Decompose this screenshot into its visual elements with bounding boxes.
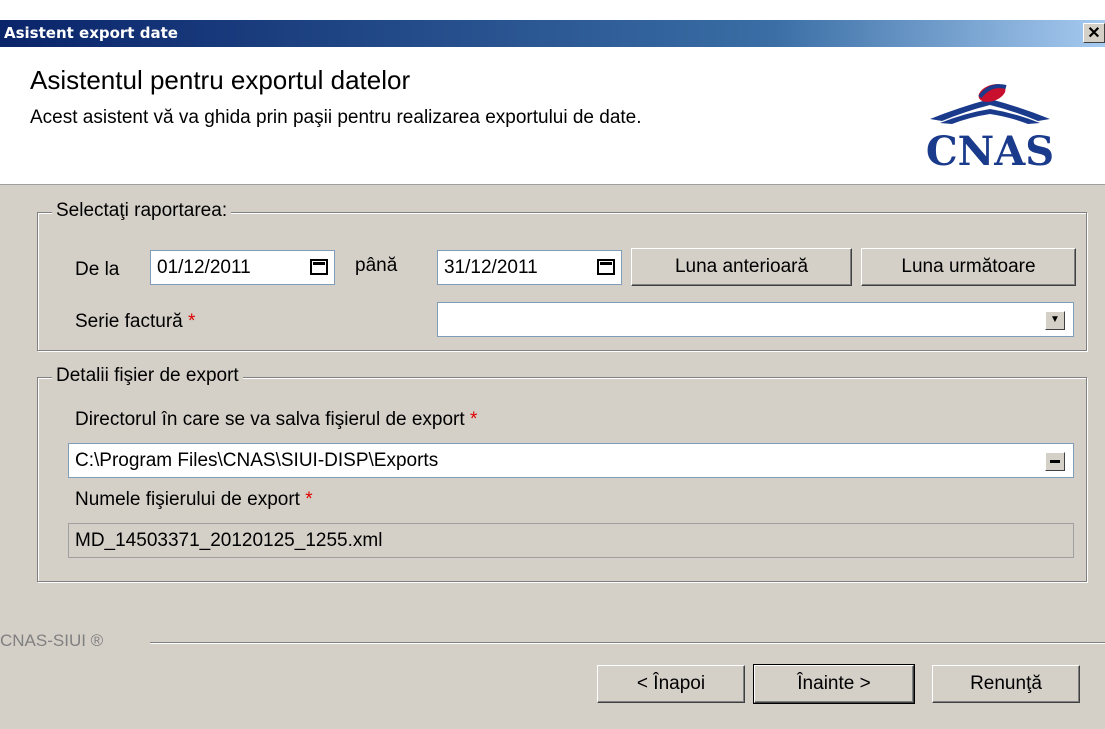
calendar-icon[interactable] — [597, 259, 615, 275]
calendar-icon[interactable] — [310, 259, 328, 275]
back-button[interactable]: < Înapoi — [597, 665, 745, 703]
footer-divider — [150, 642, 1105, 644]
export-filename-field: MD_14503371_20120125_1255.xml — [68, 523, 1074, 558]
close-button[interactable]: ✕ — [1083, 23, 1105, 43]
export-directory-field[interactable]: C:\Program Files\CNAS\SIUI-DISP\Exports … — [68, 443, 1074, 478]
chevron-down-icon[interactable]: ▼ — [1045, 311, 1065, 330]
directory-label: Directorul în care se va salva fişierul … — [75, 409, 477, 431]
export-group-legend: Detalii fişier de export — [52, 365, 243, 387]
previous-month-button[interactable]: Luna anterioară — [631, 248, 852, 286]
cnas-logo: CNAS — [926, 84, 1054, 172]
required-marker: * — [469, 409, 478, 430]
directory-label-text: Directorul în care se va salva fişierul … — [75, 409, 465, 430]
from-date-value: 01/12/2011 — [157, 257, 251, 278]
next-month-button[interactable]: Luna următoare — [861, 248, 1076, 286]
brand-label: CNAS-SIUI ® — [0, 631, 104, 650]
export-directory-value: C:\Program Files\CNAS\SIUI-DISP\Exports — [75, 450, 439, 471]
page-title: Asistentul pentru exportul datelor — [30, 65, 411, 95]
filename-label-text: Numele fişierului de export — [75, 489, 300, 510]
close-icon: ✕ — [1087, 25, 1101, 42]
export-filename-value: MD_14503371_20120125_1255.xml — [75, 530, 383, 551]
cancel-button[interactable]: Renunţă — [932, 665, 1080, 703]
browse-icon[interactable]: ▬ — [1045, 452, 1065, 471]
from-date-label: De la — [75, 259, 120, 280]
report-group-legend: Selectaţi raportarea: — [52, 200, 232, 222]
page-subtitle: Acest asistent vă va ghida prin paşii pe… — [30, 107, 642, 128]
wizard-body: Selectaţi raportarea: De la 01/12/2011 p… — [0, 185, 1105, 729]
invoice-series-text: Serie factură — [75, 311, 183, 332]
title-bar: Asistent export date ✕ — [0, 20, 1105, 47]
to-date-field[interactable]: 31/12/2011 — [437, 250, 622, 285]
logo-text: CNAS — [926, 128, 1054, 172]
wizard-header: Asistentul pentru exportul datelor Acest… — [0, 47, 1105, 185]
required-marker: * — [188, 311, 196, 332]
invoice-series-select[interactable]: ▼ — [437, 302, 1074, 337]
to-date-label: până — [355, 255, 398, 276]
required-marker: * — [305, 489, 313, 510]
invoice-series-label: Serie factură * — [75, 311, 195, 333]
from-date-field[interactable]: 01/12/2011 — [150, 250, 335, 285]
next-button[interactable]: Înainte > — [753, 664, 915, 704]
to-date-value: 31/12/2011 — [444, 257, 538, 278]
filename-label: Numele fişierului de export * — [75, 489, 313, 511]
window-title: Asistent export date — [4, 24, 178, 42]
